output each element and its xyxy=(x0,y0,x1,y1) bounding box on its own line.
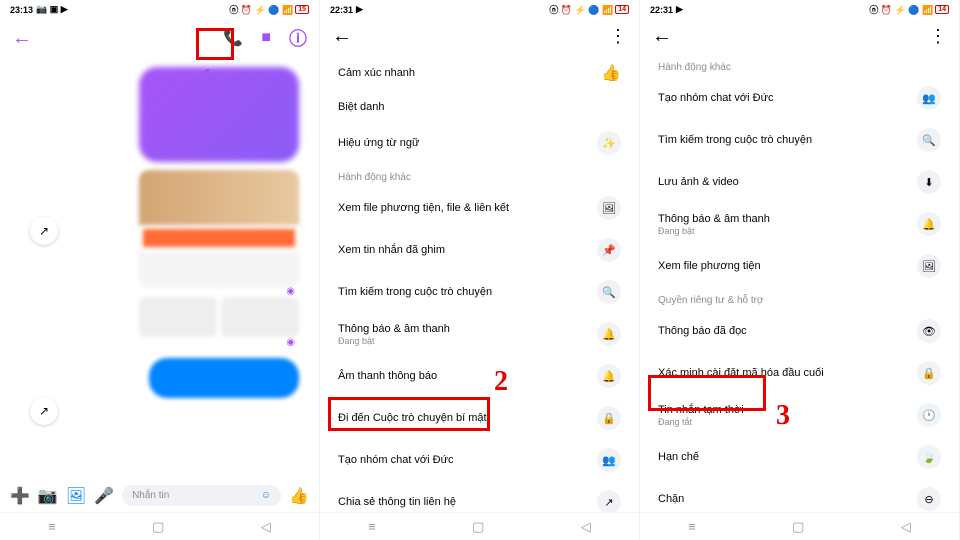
more-icon[interactable]: ⋮ xyxy=(929,26,947,47)
back-button[interactable]: ← xyxy=(12,27,32,50)
sent-indicator: ◉ xyxy=(20,286,299,297)
battery: 14 xyxy=(615,5,629,14)
more-icon[interactable]: ⋮ xyxy=(609,26,627,47)
word-effects-item[interactable]: Hiệu ứng từ ngữ✨ xyxy=(324,122,635,164)
home-button[interactable]: ▢ xyxy=(472,519,484,535)
secret-conversation-item[interactable]: Đi đến Cuộc trò chuyện bí mật🔒 xyxy=(324,397,635,439)
save-media-item[interactable]: Lưu ảnh & video⬇ xyxy=(644,161,955,203)
photo-icon: 🖼 xyxy=(597,196,621,220)
verify-encryption-item[interactable]: Xác minh cài đặt mã hóa đầu cuối🔒 xyxy=(644,352,955,394)
share-icon: ↗ xyxy=(597,490,621,514)
info-icon[interactable]: ⓘ xyxy=(289,25,307,51)
gallery-icon[interactable]: 🖼 xyxy=(66,486,86,506)
android-navbar: ≡ ▢ ◁ xyxy=(320,512,639,540)
settings-header: ← ⋮ xyxy=(640,19,959,54)
recent-apps[interactable]: ≡ xyxy=(368,519,376,534)
settings-header: ← ⋮ xyxy=(320,19,639,54)
message-bubble[interactable] xyxy=(139,67,299,162)
wand-icon: ✨ xyxy=(597,131,621,155)
section-other-actions: Hành động khác xyxy=(324,164,635,187)
android-navbar: ≡ ▢ ◁ xyxy=(640,512,959,540)
pinned-messages-item[interactable]: Xem tin nhắn đã ghim📌 xyxy=(324,229,635,271)
back-button[interactable]: ← xyxy=(332,25,352,48)
message-input[interactable]: Nhắn tin☺ xyxy=(122,485,281,506)
create-group-item[interactable]: Tạo nhóm chat với Đức👥 xyxy=(324,439,635,481)
phone-1-chat: 23:13 📷 ▣ ▶ ⓝ ⏰ ⚡ 🔵 📶 15 ← 📞 ■ ⓘ 1 ↗ ◉ ↗… xyxy=(0,0,320,540)
media-files-item[interactable]: Xem file phương tiện, file & liên kết🖼 xyxy=(324,187,635,229)
recent-apps[interactable]: ≡ xyxy=(688,519,696,534)
search-icon: 🔍 xyxy=(597,280,621,304)
add-icon[interactable]: ➕ xyxy=(10,486,30,506)
download-icon: ⬇ xyxy=(917,170,941,194)
settings-list[interactable]: Hành động khác Tạo nhóm chat với Đức👥 Tì… xyxy=(640,54,959,540)
restrict-item[interactable]: Hạn chế🍃 xyxy=(644,436,955,478)
minus-icon: ⊖ xyxy=(917,487,941,511)
disappearing-messages-item[interactable]: Tin nhắn tạm thờiĐang tắt🕐 xyxy=(644,394,955,436)
status-bar: 23:13 📷 ▣ ▶ ⓝ ⏰ ⚡ 🔵 📶 15 xyxy=(0,0,319,19)
notification-sound-item[interactable]: Thông báo & âm thanhĐang bật🔔 xyxy=(324,313,635,355)
notification-sound-item[interactable]: Thông báo & âm thanhĐang bật🔔 xyxy=(644,203,955,245)
section-other-actions: Hành động khác xyxy=(644,54,955,77)
thumb-icon: 👍 xyxy=(601,63,621,83)
pin-icon: 📌 xyxy=(597,238,621,262)
back-nav[interactable]: ◁ xyxy=(261,519,271,535)
image-group[interactable] xyxy=(139,297,299,337)
share-icon[interactable]: ↗ xyxy=(30,397,58,425)
search-icon: 🔍 xyxy=(917,128,941,152)
back-nav[interactable]: ◁ xyxy=(581,519,591,535)
phone-3-privacy: 22:31 ▶ ⓝ ⏰ ⚡ 🔵 📶 14 ← ⋮ Hành động khác … xyxy=(640,0,960,540)
eye-icon: 👁 xyxy=(917,319,941,343)
chat-messages[interactable]: ↗ ◉ ↗ ◉ xyxy=(0,57,319,507)
time: 23:13 xyxy=(10,5,33,15)
message-bubble[interactable] xyxy=(149,358,299,398)
recent-apps[interactable]: ≡ xyxy=(48,519,56,534)
like-button[interactable]: 👍 xyxy=(289,486,309,506)
search-chat-item[interactable]: Tìm kiếm trong cuộc trò chuyện🔍 xyxy=(644,119,955,161)
share-icon[interactable]: ↗ xyxy=(30,217,58,245)
read-receipts-item[interactable]: Thông báo đã đọc👁 xyxy=(644,310,955,352)
time: 22:31 xyxy=(330,5,353,15)
quick-emotion-item[interactable]: Cảm xúc nhanh👍 xyxy=(324,54,635,92)
mic-icon[interactable]: 🎤 xyxy=(94,486,114,506)
back-nav[interactable]: ◁ xyxy=(901,519,911,535)
link-preview[interactable] xyxy=(139,170,299,286)
status-bar: 22:31 ▶ ⓝ ⏰ ⚡ 🔵 📶 14 xyxy=(640,0,959,19)
sent-indicator: ◉ xyxy=(20,337,299,348)
back-button[interactable]: ← xyxy=(652,25,672,48)
clock-icon: 🕐 xyxy=(917,403,941,427)
media-files-item[interactable]: Xem file phương tiện🖼 xyxy=(644,245,955,287)
section-privacy: Quyền riêng tư & hỗ trợ xyxy=(644,287,955,310)
group-icon: 👥 xyxy=(917,86,941,110)
annotation-2: 2 xyxy=(494,366,508,398)
message-composer: ➕ 📷 🖼 🎤 Nhắn tin☺ 👍 xyxy=(0,479,319,512)
video-icon[interactable]: ■ xyxy=(261,29,271,47)
photo-icon: 🖼 xyxy=(917,254,941,278)
battery: 15 xyxy=(295,5,309,14)
call-icon[interactable]: 📞 xyxy=(223,28,243,48)
bell-icon: 🔔 xyxy=(597,364,621,388)
group-icon: 👥 xyxy=(597,448,621,472)
lock-icon: 🔒 xyxy=(597,406,621,430)
sound-notification-item[interactable]: Âm thanh thông báo🔔 xyxy=(324,355,635,397)
time: 22:31 xyxy=(650,5,673,15)
annotation-3: 3 xyxy=(776,400,790,432)
nickname-item[interactable]: Biệt danh xyxy=(324,92,635,122)
settings-list[interactable]: Cảm xúc nhanh👍 Biệt danh Hiệu ứng từ ngữ… xyxy=(320,54,639,523)
bell-icon: 🔔 xyxy=(917,212,941,236)
battery: 14 xyxy=(935,5,949,14)
camera-icon[interactable]: 📷 xyxy=(38,486,58,506)
create-group-item[interactable]: Tạo nhóm chat với Đức👥 xyxy=(644,77,955,119)
home-button[interactable]: ▢ xyxy=(792,519,804,535)
lock-icon: 🔒 xyxy=(917,361,941,385)
home-button[interactable]: ▢ xyxy=(152,519,164,535)
phone-2-settings: 22:31 ▶ ⓝ ⏰ ⚡ 🔵 📶 14 ← ⋮ Cảm xúc nhanh👍 … xyxy=(320,0,640,540)
search-chat-item[interactable]: Tìm kiếm trong cuộc trò chuyện🔍 xyxy=(324,271,635,313)
leaf-icon: 🍃 xyxy=(917,445,941,469)
bell-icon: 🔔 xyxy=(597,322,621,346)
chat-header: ← 📞 ■ ⓘ xyxy=(0,19,319,57)
status-bar: 22:31 ▶ ⓝ ⏰ ⚡ 🔵 📶 14 xyxy=(320,0,639,19)
android-navbar: ≡ ▢ ◁ xyxy=(0,512,319,540)
